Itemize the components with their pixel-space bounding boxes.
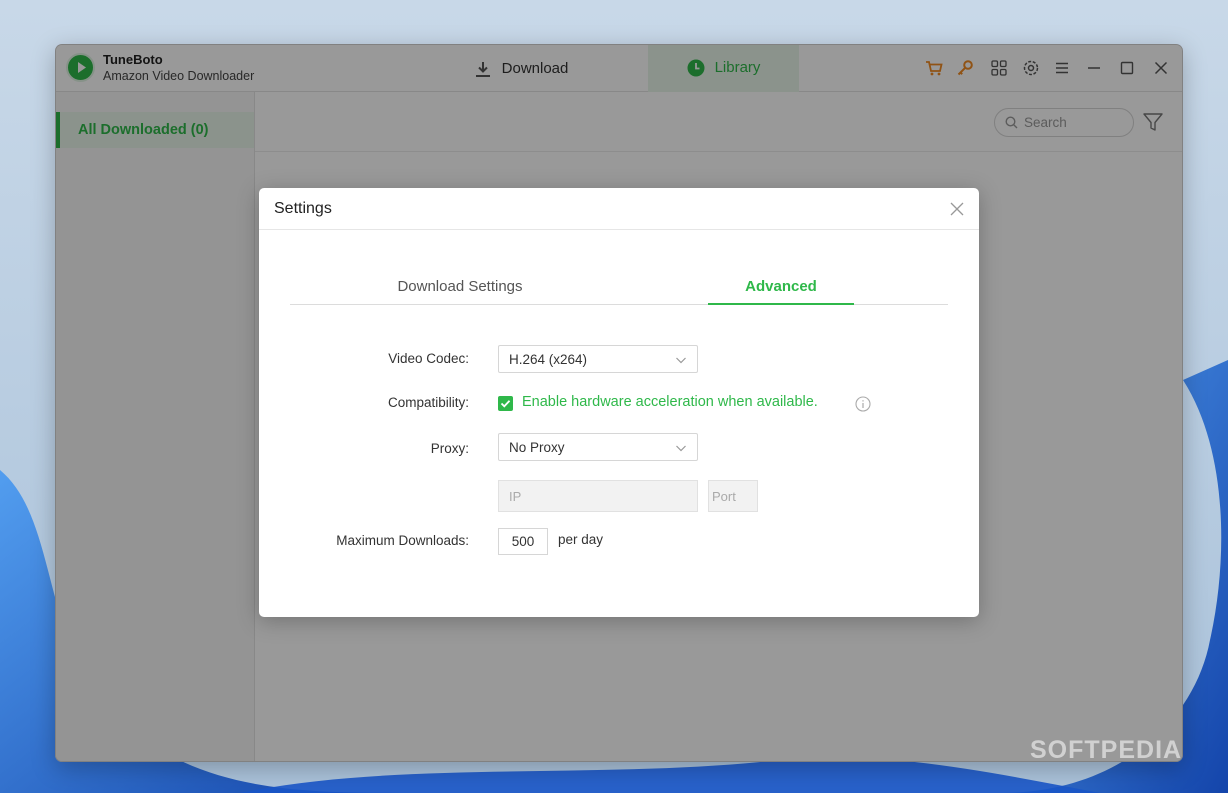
info-icon[interactable] xyxy=(855,396,871,412)
hardware-acceleration-label[interactable]: Enable hardware acceleration when availa… xyxy=(522,394,818,410)
hardware-acceleration-checkbox[interactable] xyxy=(498,396,513,411)
chevron-down-icon xyxy=(675,442,687,457)
softpedia-watermark: SOFTPEDIA xyxy=(1030,736,1183,764)
video-codec-label: Video Codec: xyxy=(388,351,469,366)
max-downloads-unit: per day xyxy=(558,532,604,547)
video-codec-value: H.264 (x264) xyxy=(509,351,588,367)
dialog-title: Settings xyxy=(274,200,332,217)
tab-download-settings[interactable]: Download Settings xyxy=(350,278,570,295)
proxy-port-field[interactable]: Port xyxy=(708,480,758,512)
compatibility-label: Compatibility: xyxy=(387,395,469,410)
video-codec-select[interactable]: H.264 (x264) xyxy=(498,345,698,373)
proxy-value: No Proxy xyxy=(509,439,565,455)
max-downloads-input[interactable]: 500 xyxy=(498,528,548,555)
tab-advanced[interactable]: Advanced xyxy=(708,278,854,305)
proxy-select[interactable]: No Proxy xyxy=(498,433,698,461)
settings-dialog: Settings Download Settings Advanced Vide… xyxy=(259,188,979,617)
proxy-label: Proxy: xyxy=(430,441,469,456)
chevron-down-icon xyxy=(675,354,687,369)
settings-tabs: Download Settings Advanced xyxy=(290,266,948,305)
proxy-ip-field[interactable]: IP xyxy=(498,480,698,512)
max-downloads-label: Maximum Downloads: xyxy=(336,533,469,548)
dialog-close-icon[interactable] xyxy=(949,201,965,217)
dialog-header: Settings xyxy=(259,188,979,230)
